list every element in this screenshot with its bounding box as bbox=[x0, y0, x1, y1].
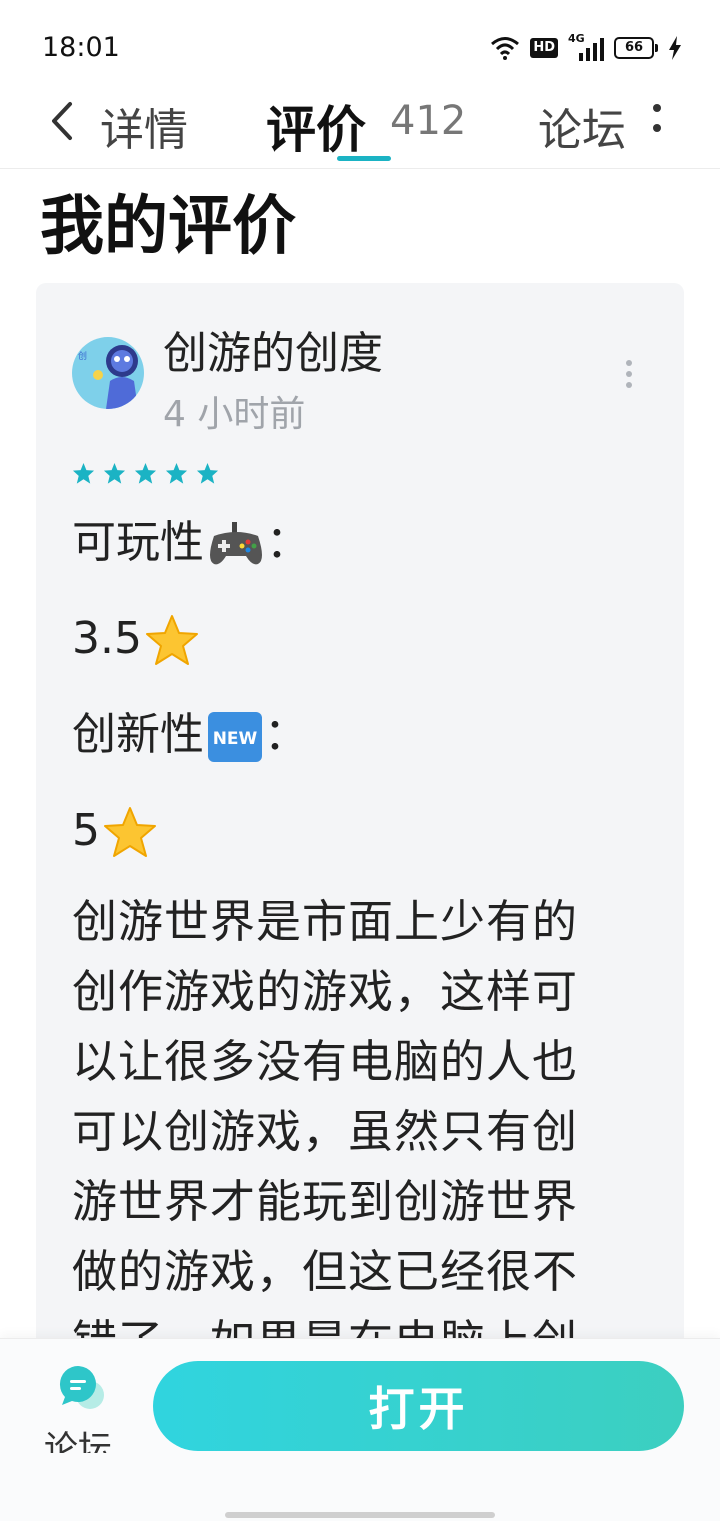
review-body-line: 做的游戏，但这已经很不 bbox=[72, 1245, 579, 1298]
review-line-innovation: 创新性 NEW ： bbox=[72, 693, 672, 789]
review-count: 412 bbox=[390, 98, 467, 144]
tab-header: 详情 评价 412 论坛 bbox=[0, 90, 720, 169]
rating-star-icon bbox=[72, 462, 95, 484]
innovation-label: 创新性 bbox=[72, 709, 204, 760]
playability-colon: ： bbox=[266, 517, 310, 568]
rating-star-icon bbox=[196, 462, 219, 484]
playability-score: 3.5 bbox=[72, 613, 142, 664]
review-line-innovation-score: 5 bbox=[72, 789, 672, 885]
review-body: 创游世界是市面上少有的 创作游戏的游戏，这样可 以让很多没有电脑的人也 可以创游戏，虽… bbox=[72, 889, 672, 1379]
section-title: 我的评价 bbox=[40, 190, 296, 264]
review-line-playability-score: 3.5 bbox=[72, 597, 672, 693]
forum-label[interactable]: 论坛 bbox=[44, 1421, 112, 1453]
tab-details[interactable]: 详情 bbox=[100, 94, 188, 158]
forum-chat-icon[interactable] bbox=[56, 1365, 106, 1411]
star-emoji-icon bbox=[145, 615, 198, 665]
status-bar: 18:01 HD 4G 66 bbox=[0, 0, 720, 90]
hd-badge: HD bbox=[530, 38, 558, 58]
home-indicator[interactable] bbox=[225, 1512, 495, 1518]
rating-star-icon bbox=[134, 462, 157, 484]
new-badge-icon: NEW bbox=[208, 712, 262, 762]
new-badge-text: NEW bbox=[213, 729, 258, 749]
battery-level: 66 bbox=[614, 37, 654, 59]
active-tab-indicator bbox=[337, 156, 391, 161]
gamepad-icon bbox=[210, 522, 262, 565]
open-button[interactable]: 打开 bbox=[153, 1361, 684, 1451]
star-rating bbox=[72, 462, 219, 485]
status-icons: HD 4G 66 bbox=[490, 32, 682, 63]
review-more-icon[interactable] bbox=[624, 359, 634, 389]
innovation-score: 5 bbox=[72, 805, 100, 856]
rating-star-icon bbox=[165, 462, 188, 484]
tab-reviews[interactable]: 评价 bbox=[266, 90, 366, 162]
wifi-icon bbox=[491, 37, 520, 60]
review-line-playability: 可玩性 ： bbox=[72, 501, 672, 597]
innovation-colon: ： bbox=[264, 709, 308, 760]
review-content: 可玩性 ： 3.5 创新性 NEW ： 5 创游世界是市面上少有的 创作游戏的游… bbox=[72, 501, 672, 1379]
review-body-line: 游世界才能玩到创游世界 bbox=[72, 1175, 579, 1228]
rating-star-icon bbox=[103, 462, 126, 484]
status-time: 18:01 bbox=[42, 32, 120, 63]
review-card: 创 创游的创度 4 小时前 可玩性 ： 3.5 创新性 NEW ： 5 创游世界… bbox=[36, 283, 684, 1403]
bottom-action-bar: 论坛 打开 bbox=[0, 1338, 720, 1521]
review-body-line: 以让很多没有电脑的人也 bbox=[72, 1035, 579, 1088]
more-vertical-icon[interactable] bbox=[650, 100, 664, 140]
playability-label: 可玩性 bbox=[72, 517, 204, 568]
back-arrow-icon[interactable] bbox=[44, 96, 84, 146]
charging-bolt-icon bbox=[669, 36, 681, 60]
tab-forum[interactable]: 论坛 bbox=[538, 94, 626, 158]
star-emoji-icon bbox=[104, 807, 156, 857]
review-body-line: 可以创游戏，虽然只有创 bbox=[72, 1105, 579, 1158]
reviewer-name[interactable]: 创游的创度 bbox=[163, 317, 383, 381]
review-body-line: 创游世界是市面上少有的 bbox=[72, 895, 579, 948]
signal-icon: 4G bbox=[568, 32, 604, 61]
svg-text:创: 创 bbox=[78, 350, 87, 362]
review-time: 4 小时前 bbox=[163, 394, 306, 435]
avatar[interactable]: 创 bbox=[72, 337, 144, 409]
battery-icon: 66 bbox=[614, 37, 658, 59]
review-body-line: 创作游戏的游戏，这样可 bbox=[72, 965, 579, 1018]
